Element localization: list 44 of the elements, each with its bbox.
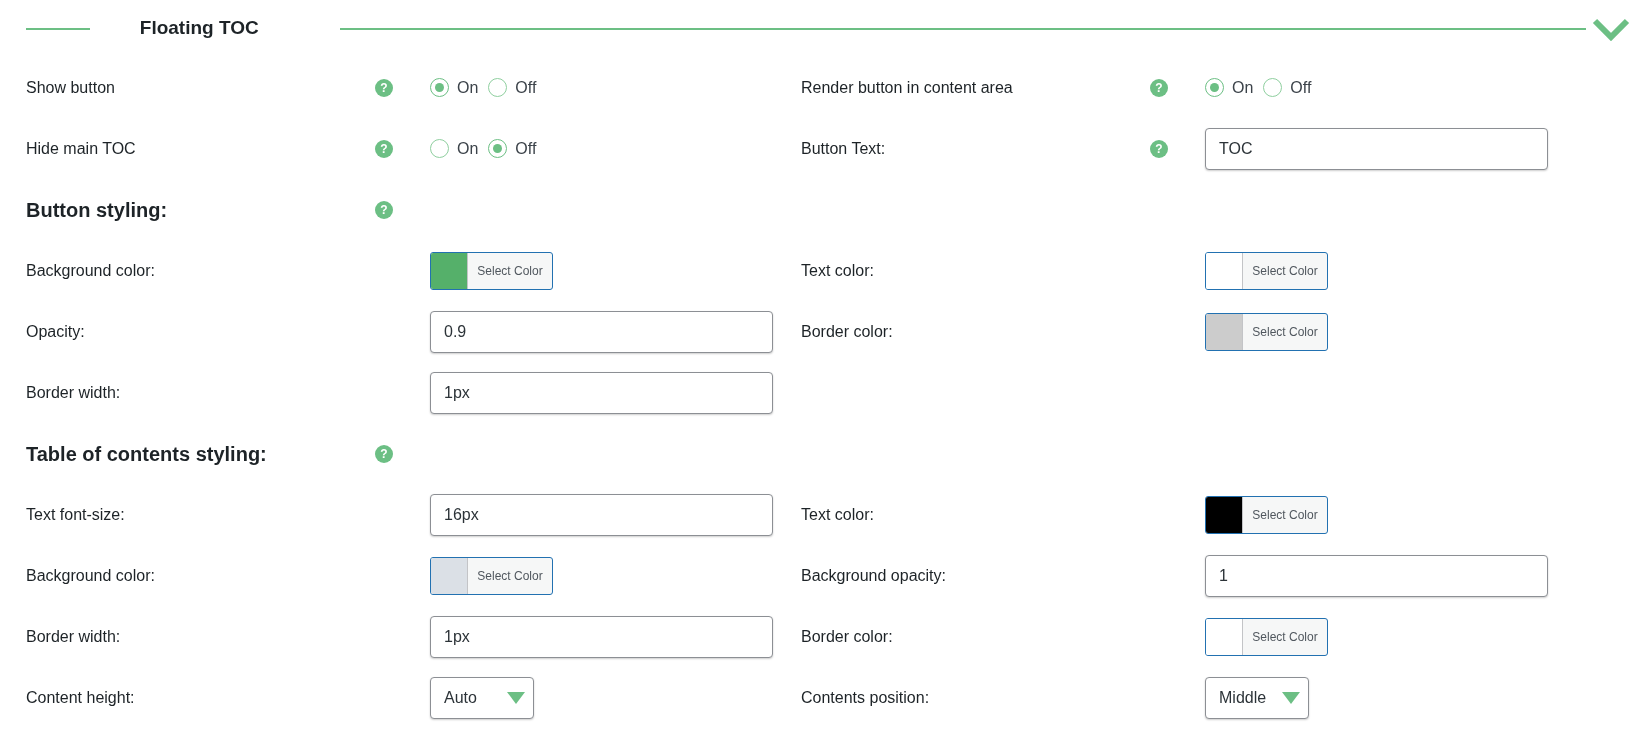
field-label: Render button in content area [801, 78, 1013, 96]
radio-option[interactable]: On [430, 75, 479, 100]
select-dropdown[interactable]: Auto [430, 676, 534, 719]
radio-option[interactable]: Off [488, 136, 537, 161]
field-label: Background opacity: [801, 566, 946, 584]
field-label: Button Text: [801, 139, 886, 157]
field-label: Hide main TOC [26, 139, 136, 157]
dropdown-triangle-icon [1282, 691, 1301, 704]
color-picker-button[interactable]: Select Color [1205, 495, 1328, 534]
field-label: Opacity: [26, 322, 85, 340]
section-title: Floating TOC [139, 16, 260, 41]
radio-option[interactable]: Off [1263, 75, 1312, 100]
field-label: Border color: [801, 627, 893, 645]
color-picker-button[interactable]: Select Color [1205, 251, 1328, 290]
dropdown-triangle-icon [507, 691, 525, 704]
field-label: Show button [26, 78, 115, 96]
text-field[interactable]: 16px [430, 493, 773, 536]
chevron-toggle[interactable] [1592, 16, 1630, 41]
text-field[interactable]: 1 [1205, 554, 1548, 597]
field-label: Text font-size: [26, 505, 125, 523]
color-picker-button[interactable]: Select Color [1205, 312, 1328, 351]
color-picker-button[interactable]: Select Color [430, 556, 553, 595]
field-label: Contents position: [801, 688, 930, 706]
subsection-heading: Button styling: [26, 198, 168, 221]
field-label: Border width: [26, 383, 121, 401]
field-label: Background color: [26, 261, 155, 279]
field-label: Background color: [26, 566, 155, 584]
field-label: Border color: [801, 322, 893, 340]
color-picker-button[interactable]: Select Color [430, 251, 553, 290]
field-label: Border width: [26, 627, 121, 645]
text-field[interactable]: 0.9 [430, 310, 773, 353]
field-label: Text color: [801, 505, 874, 523]
subsection-heading: Table of contents styling: [26, 442, 267, 465]
text-field[interactable]: TOC [1205, 127, 1548, 170]
color-picker-button[interactable]: Select Color [1205, 617, 1328, 656]
text-field[interactable]: 1px [430, 615, 773, 658]
field-label: Text color: [801, 261, 874, 279]
radio-option[interactable]: On [1205, 75, 1254, 100]
radio-option[interactable]: Off [488, 75, 537, 100]
select-dropdown[interactable]: Middle [1205, 676, 1310, 719]
radio-option[interactable]: On [430, 136, 479, 161]
field-label: Content height: [26, 688, 135, 706]
chevron-icon [1592, 16, 1630, 41]
text-field[interactable]: 1px [430, 371, 773, 414]
